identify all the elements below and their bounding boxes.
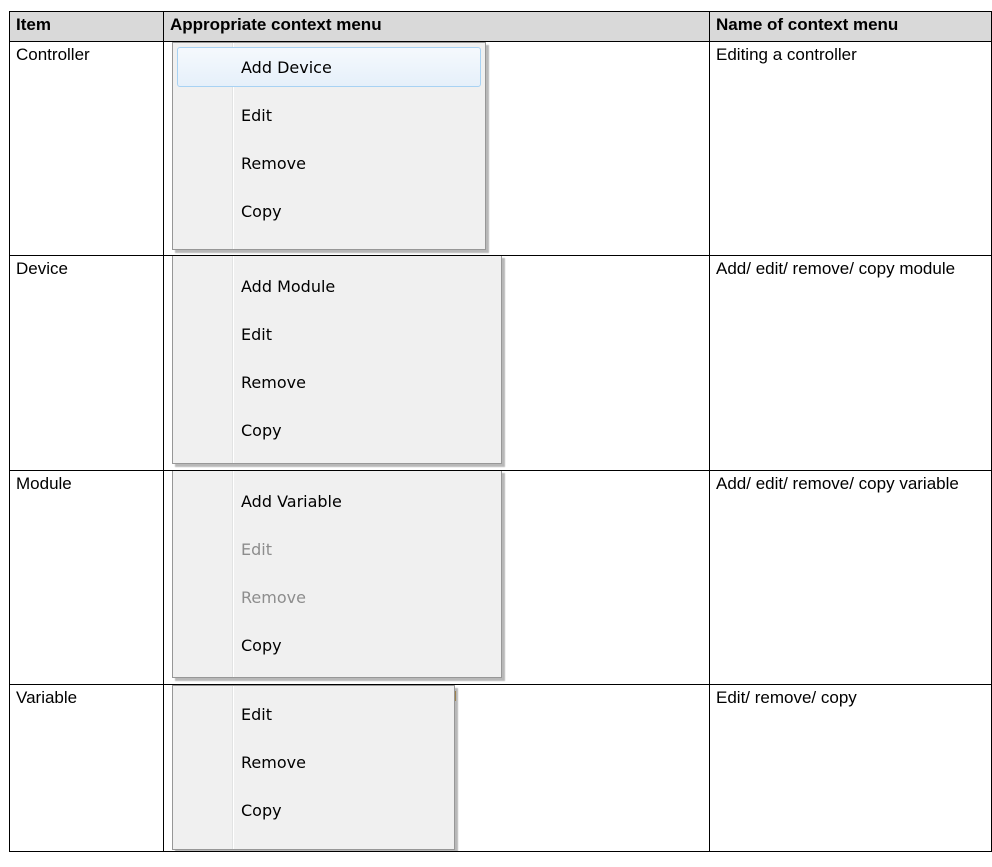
- menu-name-cell: Editing a controller: [709, 41, 992, 256]
- menu-item-remove[interactable]: Remove: [177, 742, 450, 782]
- menu-name: Add/ edit/ remove/ copy variable: [716, 474, 959, 493]
- header-menu-name: Name of context menu: [709, 11, 992, 42]
- item-label: Device: [16, 259, 68, 278]
- menu-name: Edit/ remove/ copy: [716, 688, 857, 707]
- menu-name-cell: Add/ edit/ remove/ copy variable: [709, 470, 992, 685]
- item-label: Variable: [16, 688, 78, 707]
- context-menu-module: Add Variable Edit Remove Copy: [172, 471, 502, 678]
- menu-item-edit[interactable]: Edit: [177, 314, 497, 354]
- menu-item-add-module[interactable]: Add Module: [177, 266, 497, 306]
- menu-name: Add/ edit/ remove/ copy module: [716, 259, 956, 278]
- context-menu-table: Item Appropriate context menu Name of co…: [9, 11, 992, 852]
- header-row: Item Appropriate context menu Name of co…: [9, 11, 992, 42]
- item-label: Module: [16, 474, 72, 493]
- item-label: Controller: [16, 45, 90, 64]
- table-row-device: Device Add Module Edit Remove Copy Add/ …: [9, 255, 992, 471]
- menu-item-copy[interactable]: Copy: [177, 790, 450, 830]
- context-menu-device: Add Module Edit Remove Copy: [172, 256, 502, 464]
- menu-item-remove[interactable]: Remove: [177, 362, 497, 402]
- header-context-menu: Appropriate context menu: [163, 11, 710, 42]
- table-row-variable: Variable Edit Remove Copy Edit/ remove/ …: [9, 684, 992, 852]
- menu-cell: Add Variable Edit Remove Copy: [163, 470, 710, 685]
- menu-item-copy[interactable]: Copy: [177, 410, 497, 450]
- menu-item-edit[interactable]: Edit: [177, 694, 450, 734]
- menu-item-copy[interactable]: Copy: [177, 625, 497, 665]
- menu-cell: Add Module Edit Remove Copy: [163, 255, 710, 471]
- menu-name: Editing a controller: [716, 45, 857, 64]
- table-row-controller: Controller Add Device Edit Remove Copy E…: [9, 41, 992, 256]
- menu-name-cell: Add/ edit/ remove/ copy module: [709, 255, 992, 471]
- menu-item-add-variable[interactable]: Add Variable: [177, 481, 497, 521]
- item-cell: Module: [9, 470, 164, 685]
- menu-item-edit: Edit: [241, 540, 272, 559]
- menu-item-remove: Remove: [241, 588, 306, 607]
- menu-cell: Add Device Edit Remove Copy: [163, 41, 710, 256]
- context-menu-controller: Add Device Edit Remove Copy: [172, 42, 486, 250]
- table-row-module: Module Add Variable Edit Remove Copy Add…: [9, 470, 992, 685]
- menu-item-copy[interactable]: Copy: [177, 191, 481, 231]
- item-cell: Variable: [9, 684, 164, 852]
- context-menu-variable: Edit Remove Copy: [172, 685, 455, 850]
- item-cell: Controller: [9, 41, 164, 256]
- menu-name-cell: Edit/ remove/ copy: [709, 684, 992, 852]
- header-item: Item: [9, 11, 164, 42]
- menu-item-remove[interactable]: Remove: [177, 143, 481, 183]
- menu-item-add-device[interactable]: Add Device: [177, 47, 481, 87]
- menu-cell: Edit Remove Copy: [163, 684, 710, 852]
- menu-item-edit[interactable]: Edit: [177, 95, 481, 135]
- item-cell: Device: [9, 255, 164, 471]
